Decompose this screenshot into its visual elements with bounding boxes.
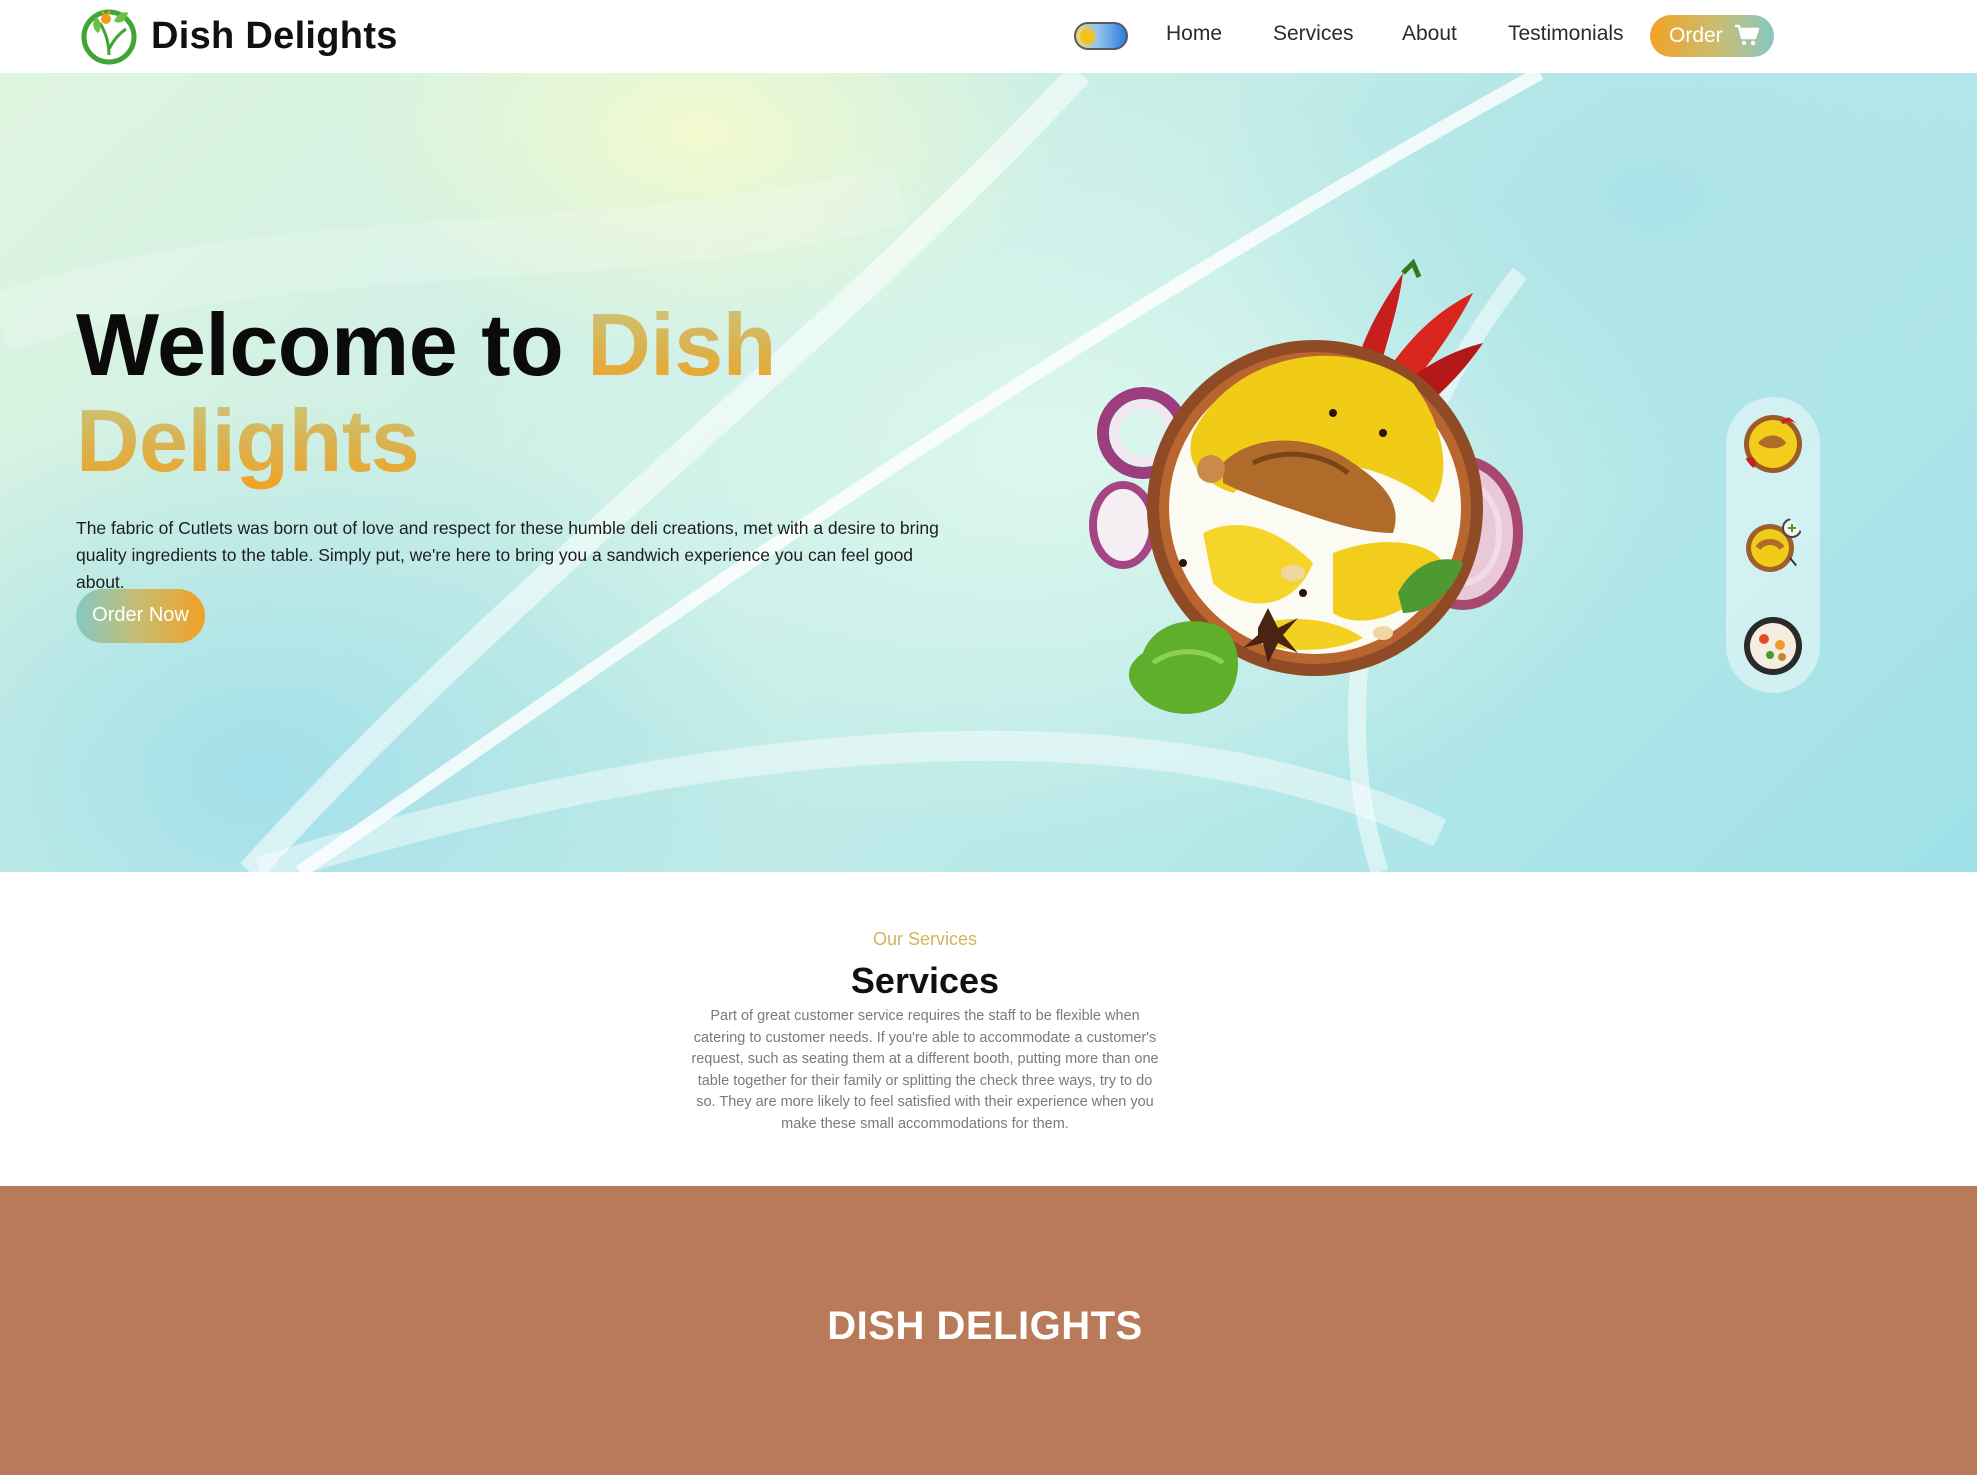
dish-thumbnail-1[interactable] xyxy=(1742,413,1804,475)
hero-title-accent-2: Delights xyxy=(76,391,420,490)
nav-about[interactable]: About xyxy=(1402,22,1457,46)
hero-section: Welcome to Dish Delights The fabric of C… xyxy=(0,73,1977,872)
footer-band: DISH DELIGHTS xyxy=(0,1186,1977,1475)
dish-thumbnail-3[interactable] xyxy=(1742,615,1804,677)
theme-toggle[interactable] xyxy=(1074,22,1128,50)
hero-title: Welcome to Dish Delights xyxy=(76,297,776,489)
nav-services[interactable]: Services xyxy=(1273,22,1354,46)
site-header: Dish Delights Home Services About Testim… xyxy=(0,0,1977,73)
order-now-button[interactable]: Order Now xyxy=(76,589,205,643)
nav-home[interactable]: Home xyxy=(1166,22,1222,46)
dish-thumbnail-rail xyxy=(1726,397,1820,693)
order-button-label: Order xyxy=(1669,24,1723,47)
dish-thumbnail-2[interactable] xyxy=(1742,514,1804,576)
order-button[interactable]: Order xyxy=(1650,15,1774,57)
services-title: Services xyxy=(850,960,1000,1001)
services-description: Part of great customer service requires … xyxy=(691,1008,1159,1132)
nav-testimonials[interactable]: Testimonials xyxy=(1508,22,1624,46)
hero-title-accent-1: Dish xyxy=(587,295,776,394)
logo-icon[interactable] xyxy=(80,3,138,67)
hero-title-plain: Welcome to xyxy=(76,295,588,394)
cart-icon xyxy=(1735,24,1760,46)
footer-title: DISH DELIGHTS xyxy=(827,1304,1143,1348)
brand-name[interactable]: Dish Delights xyxy=(151,15,398,58)
biryani-dish-image xyxy=(1089,258,1523,714)
hero-description: The fabric of Cutlets was born out of lo… xyxy=(76,518,939,592)
services-section: Our Services Services Part of great cust… xyxy=(0,872,1977,1186)
toggle-knob xyxy=(1080,29,1095,44)
services-kicker: Our Services xyxy=(872,929,978,949)
order-now-label: Order Now xyxy=(92,604,189,626)
